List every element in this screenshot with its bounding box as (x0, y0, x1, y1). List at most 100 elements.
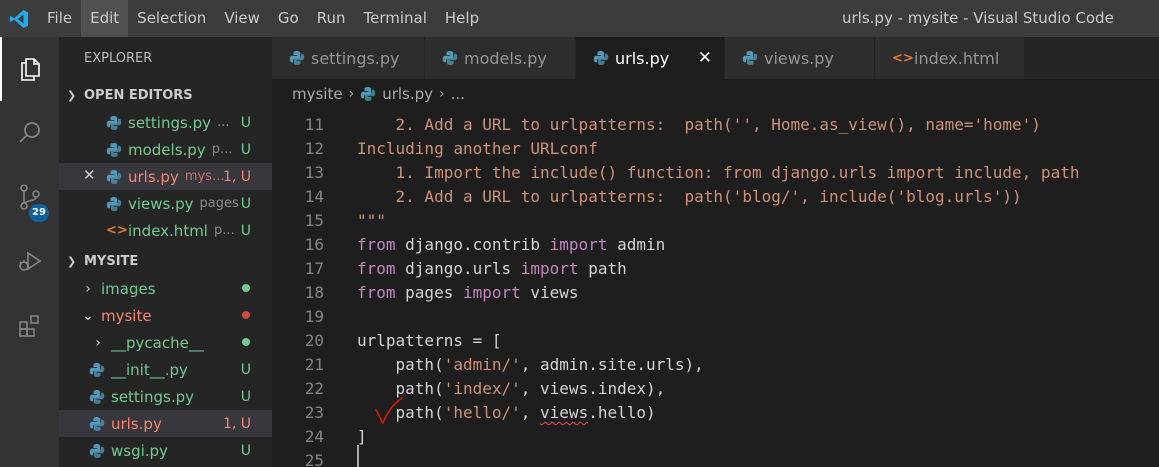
tree-file-init[interactable]: __init__.py U (59, 356, 272, 383)
line-number: 13 (304, 163, 324, 182)
line-number: 22 (304, 379, 324, 398)
code-text: from django.urls import path (357, 259, 627, 278)
code-text: urlpatterns = [ (357, 331, 502, 350)
code-text: 2. Add a URL to urlpatterns: path('', Ho… (357, 115, 1041, 134)
line-number: 19 (304, 307, 324, 326)
menu-file[interactable]: File (38, 0, 81, 37)
code-line: 15 """ (272, 209, 1159, 233)
close-editor-icon[interactable]: ✕ (83, 166, 96, 184)
line-number: 18 (304, 283, 324, 302)
menu-view[interactable]: View (215, 0, 269, 37)
tab-label: views.py (764, 48, 834, 68)
code-editor[interactable]: 11 2. Add a URL to urlpatterns: path('',… (272, 108, 1159, 467)
file-path-desc: p... (211, 142, 233, 157)
file-path-desc: mys... (184, 169, 225, 184)
tree-file-wsgi[interactable]: wsgi.py U (59, 437, 272, 464)
code-line: 16 from django.contrib import admin (272, 233, 1159, 257)
open-editor-views[interactable]: views.py pages U (59, 190, 272, 217)
git-status: 1, U (222, 415, 251, 432)
open-editor-settings[interactable]: settings.py ... U (59, 109, 272, 136)
code-line: 18 from pages import views (272, 281, 1159, 305)
tab-label: models.py (464, 48, 547, 68)
project-label: MYSITE (84, 253, 139, 269)
code-line: 12 Including another URLconf (272, 137, 1159, 161)
search-icon[interactable] (0, 101, 59, 165)
breadcrumb-file[interactable]: urls.py (382, 85, 433, 103)
file-name: settings.py (111, 387, 194, 406)
status-dot (242, 311, 250, 319)
tab-label: settings.py (311, 48, 400, 68)
code-line: 11 2. Add a URL to urlpatterns: path('',… (272, 113, 1159, 137)
menu-selection[interactable]: Selection (128, 0, 215, 37)
file-name: __init__.py (111, 360, 188, 379)
tab-models-py[interactable]: models.py (425, 37, 576, 79)
code-text: Including another URLconf (357, 139, 598, 158)
source-control-icon[interactable]: 29 (0, 165, 59, 229)
line-number: 25 (304, 451, 324, 467)
git-status: 1, U (222, 168, 251, 185)
chevron-right-icon: › (439, 85, 445, 102)
file-name: settings.py (128, 113, 211, 132)
breadcrumb: mysite › urls.py › ... (272, 79, 1159, 108)
explorer-sidebar: EXPLORER ❯ OPEN EDITORS settings.py ... … (59, 37, 272, 467)
code-text: from pages import views (357, 283, 579, 302)
file-name: wsgi.py (111, 441, 168, 460)
tree-folder-pycache[interactable]: › __pycache__ (59, 329, 272, 356)
tree-folder-images[interactable]: › images (59, 275, 272, 302)
extensions-icon[interactable] (0, 293, 59, 357)
line-number: 20 (304, 331, 324, 350)
file-name: urls.py (111, 414, 162, 433)
open-editor-models[interactable]: models.py p... U (59, 136, 272, 163)
project-header[interactable]: ❯ MYSITE (59, 248, 272, 274)
line-number: 11 (304, 115, 324, 134)
python-file-icon (442, 51, 458, 65)
tree-folder-mysite[interactable]: ⌄ mysite (59, 302, 272, 329)
vscode-logo-icon (0, 0, 38, 37)
menu-help[interactable]: Help (436, 0, 488, 37)
file-path-desc: pages (199, 196, 239, 211)
line-number: 24 (304, 427, 324, 446)
menu-edit[interactable]: Edit (81, 0, 129, 37)
close-tab-icon[interactable]: ✕ (698, 48, 712, 68)
menu-run[interactable]: Run (308, 0, 355, 37)
explorer-title: EXPLORER (84, 51, 153, 66)
status-dot (242, 284, 250, 292)
line-number: 23 (304, 403, 324, 422)
tab-settings-py[interactable]: settings.py (272, 37, 425, 79)
breadcrumb-more[interactable]: ... (451, 85, 465, 103)
python-file-icon (361, 86, 376, 101)
chevron-down-icon: ❯ (67, 254, 77, 268)
open-editor-urls[interactable]: ✕ urls.py mys... 1, U (59, 163, 272, 190)
code-text: """ (357, 211, 386, 230)
run-debug-icon[interactable] (0, 229, 59, 293)
html-file-icon: <> (892, 50, 914, 66)
red-checkmark-annotation (375, 397, 403, 425)
html-file-icon: <> (106, 223, 128, 238)
code-text: from django.contrib import admin (357, 235, 666, 254)
tab-index-html[interactable]: <> index.html (875, 37, 1025, 79)
tree-file-settings[interactable]: settings.py U (59, 383, 272, 410)
tab-urls-py[interactable]: urls.py ✕ (576, 37, 725, 79)
python-file-icon (106, 169, 122, 184)
open-editors-header[interactable]: ❯ OPEN EDITORS (59, 82, 272, 108)
file-path-desc: ... (216, 115, 230, 130)
tab-views-py[interactable]: views.py (725, 37, 875, 79)
editor-tabs: settings.py models.py urls.py ✕ views.py… (272, 37, 1159, 79)
activity-bar: 29 (0, 37, 59, 467)
breadcrumb-folder[interactable]: mysite (292, 85, 343, 103)
explorer-icon[interactable] (0, 37, 59, 101)
tree-file-urls[interactable]: urls.py 1, U (59, 410, 272, 437)
file-name: views.py (128, 194, 194, 213)
python-file-icon (106, 115, 122, 130)
chevron-down-icon: ⌄ (82, 307, 94, 324)
python-file-icon (289, 51, 305, 65)
open-editor-index-html[interactable]: <> index.html p... U (59, 217, 272, 244)
menu-terminal[interactable]: Terminal (355, 0, 436, 37)
python-file-icon (106, 196, 122, 211)
source-control-badge: 29 (29, 204, 49, 222)
python-file-icon (89, 362, 105, 377)
file-path-desc: p... (213, 223, 235, 238)
code-line: 19 (272, 305, 1159, 329)
menu-go[interactable]: Go (269, 0, 308, 37)
open-editors-label: OPEN EDITORS (84, 87, 193, 103)
